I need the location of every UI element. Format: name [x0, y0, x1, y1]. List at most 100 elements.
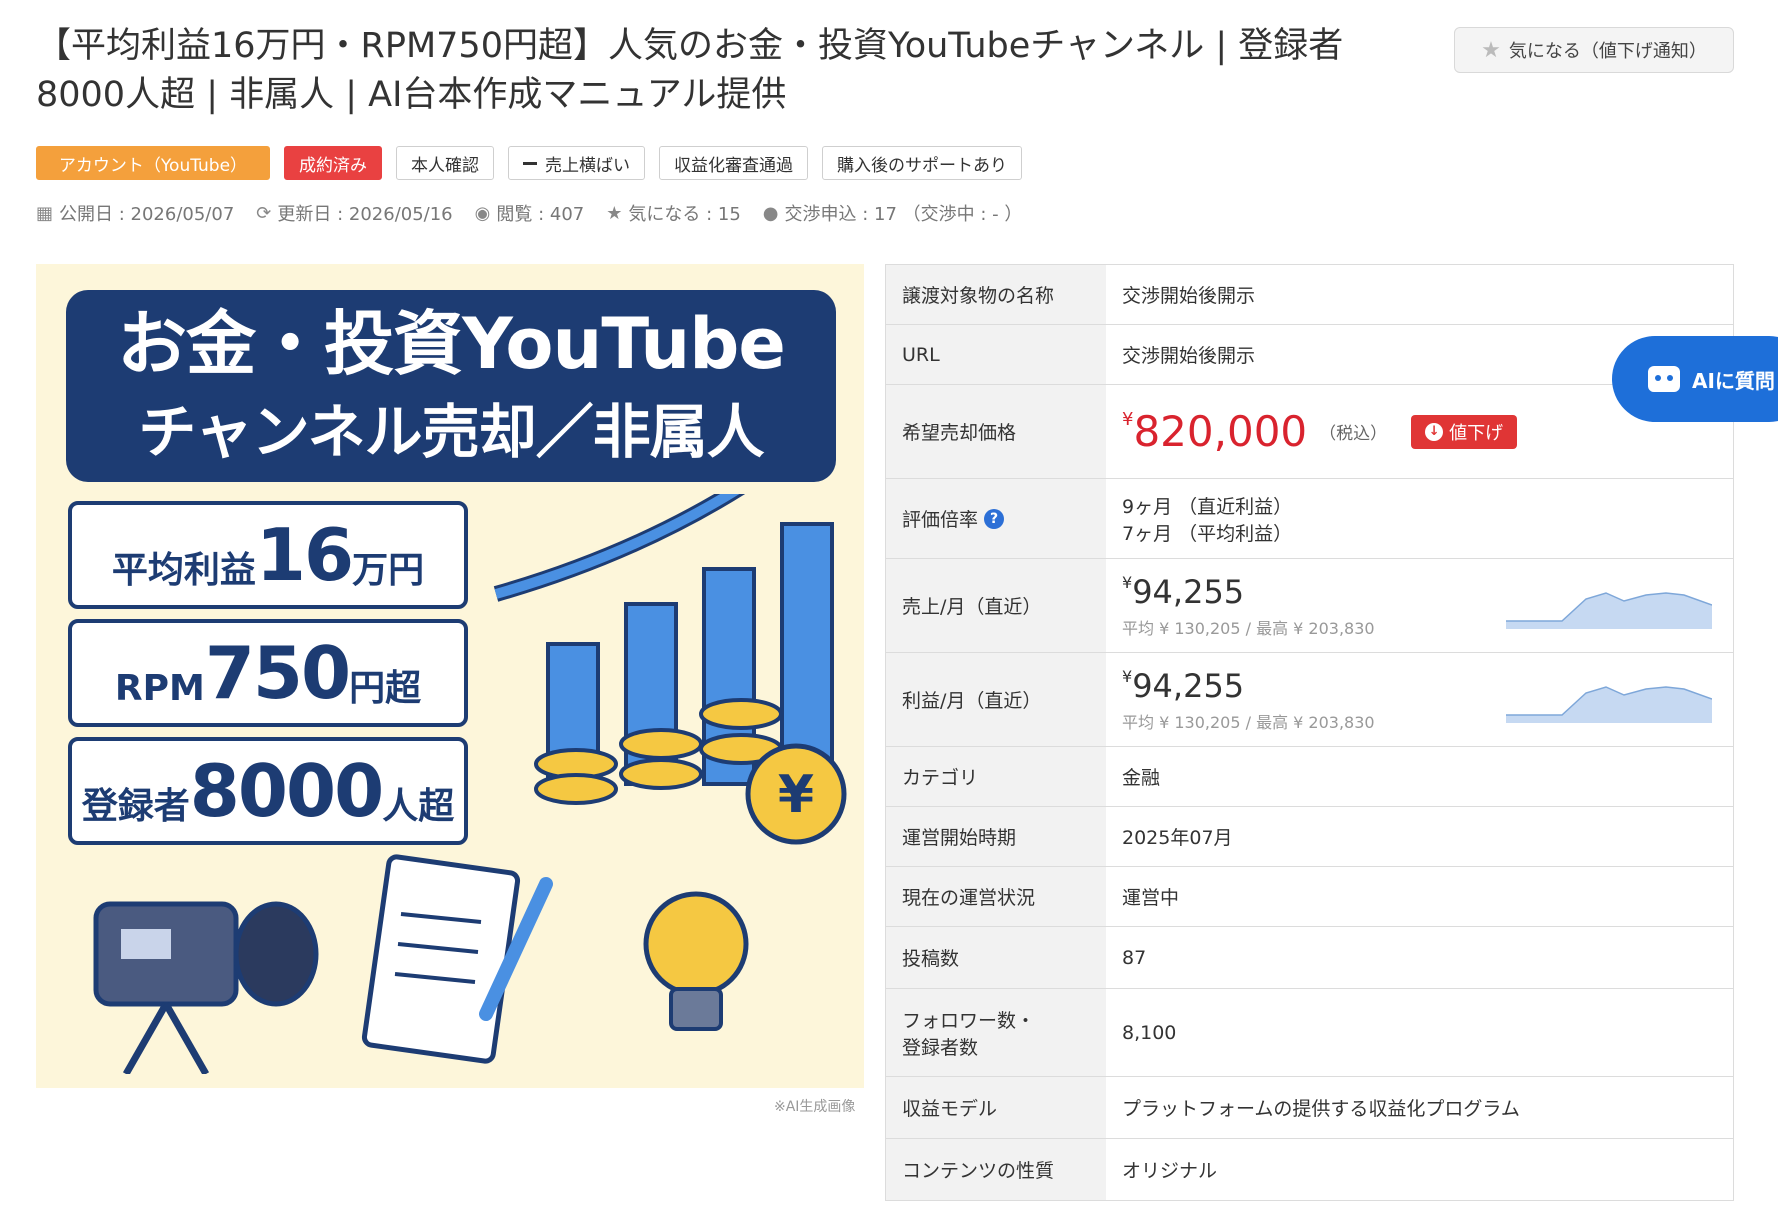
tag-sales-flat: 売上横ばい: [508, 146, 645, 180]
multiple-average: 7ヶ月 （平均利益）: [1122, 522, 1293, 545]
stat-profit-pre: 平均利益: [111, 550, 256, 591]
profit-sub: 平均 ¥ 130,205 / 最高 ¥ 203,830: [1122, 712, 1375, 732]
meta-likes-text: 気になる : 15: [628, 204, 741, 225]
listing-banner-image: お金・投資YouTube チャンネル売却／非属人 平均利益 16 万円 RPM 750…: [36, 264, 864, 1088]
stat-subs-big: 8000: [189, 749, 384, 833]
tag-verified: 本人確認: [396, 146, 494, 180]
banner-stat-profit: 平均利益 16 万円: [68, 501, 468, 609]
banner-stat-rpm: RPM 750 円超: [68, 619, 468, 727]
followers-key-2: 登録者数: [902, 1036, 979, 1059]
spec-key: 投稿数: [886, 927, 1106, 988]
arrow-down-icon: ↓: [1425, 422, 1444, 441]
meta-updated-text: 更新日 : 2026/05/16: [277, 204, 453, 225]
spec-value: 87: [1122, 946, 1147, 969]
page-title: 【平均利益16万円・RPM750円超】人気のお金・投資YouTubeチャンネル …: [36, 26, 1344, 115]
spec-key: 希望売却価格: [886, 385, 1106, 478]
robot-icon: [1648, 366, 1680, 392]
spec-value: ¥94,255 平均 ¥ 130,205 / 最高 ¥ 203,830: [1106, 559, 1733, 652]
spec-row-multiple: 評価倍率? 9ヶ月 （直近利益） 7ヶ月 （平均利益）: [886, 479, 1733, 559]
profit-sparkline: [1506, 686, 1712, 723]
chat-icon: ●: [762, 202, 779, 224]
spec-row-name: 譲渡対象物の名称 交渉開始後開示: [886, 265, 1733, 325]
meta-negotiations: ● 交渉申込 : 17 （交渉中 : - ）: [763, 200, 1023, 226]
meta-negotiations-text: 交渉申込 : 17 （交渉中 : - ）: [784, 204, 1023, 225]
camera-lens: [233, 901, 319, 1007]
coin-stack-2b: [619, 758, 703, 790]
notepad: [361, 854, 521, 1064]
spec-table: 譲渡対象物の名称 交渉開始後開示 URL 交渉開始後開示 希望売却価格 ¥ 82…: [885, 264, 1734, 1201]
spec-value: 金融: [1122, 767, 1161, 789]
spec-key: カテゴリ: [886, 747, 1106, 806]
spec-row-profit: 利益/月（直近） ¥94,255 平均 ¥ 130,205 / 最高 ¥ 203…: [886, 653, 1733, 747]
meta-published: ▦ 公開日 : 2026/05/07: [36, 200, 234, 226]
stat-profit-post: 万円: [352, 550, 425, 591]
spec-row-model: 収益モデル プラットフォームの提供する収益化プログラム: [886, 1077, 1733, 1139]
multiple-recent: 9ヶ月 （直近利益）: [1122, 495, 1293, 518]
sparkline-area: [1506, 593, 1712, 629]
growth-bars-illustration: ¥: [493, 494, 847, 845]
spec-value: オリジナル: [1122, 1160, 1218, 1182]
spec-key: 現在の運営状況: [886, 867, 1106, 926]
spec-row-url: URL 交渉開始後開示: [886, 325, 1733, 385]
spec-value: 運営中: [1122, 887, 1180, 909]
profit-currency: ¥: [1122, 666, 1133, 686]
stat-rpm-post: 円超: [349, 668, 422, 709]
banner-line2: チャンネル売却／非属人: [138, 398, 764, 466]
eye-icon: ◉: [474, 202, 491, 224]
tripod-leg-1: [122, 1002, 170, 1074]
calendar-icon: ▦: [36, 202, 54, 224]
price-value: 820,000: [1133, 407, 1308, 456]
spec-value: ¥94,255 平均 ¥ 130,205 / 最高 ¥ 203,830: [1106, 653, 1733, 746]
watch-button-label: 気になる（値下げ通知）: [1508, 41, 1707, 62]
stat-subs-post: 人超: [382, 786, 455, 827]
ai-question-label: AIに質問: [1692, 368, 1775, 393]
spec-row-start: 運営開始時期 2025年07月: [886, 807, 1733, 867]
spec-row-sales: 売上/月（直近） ¥94,255 平均 ¥ 130,205 / 最高 ¥ 203…: [886, 559, 1733, 653]
spec-value: 交渉開始後開示: [1122, 285, 1256, 307]
ai-generated-note: ※AI生成画像: [774, 1099, 856, 1115]
banner-stat-subscribers: 登録者 8000 人超: [68, 737, 468, 845]
yen-coin-symbol: ¥: [778, 765, 814, 825]
coin-stack-1b: [534, 773, 618, 805]
camera-screen: [121, 929, 171, 959]
spec-key: コンテンツの性質: [886, 1139, 1106, 1200]
sales-sparkline: [1506, 592, 1712, 629]
profit-value: 94,255: [1132, 666, 1245, 705]
lightbulb: [643, 891, 749, 997]
watch-button[interactable]: ★ 気になる（値下げ通知）: [1454, 27, 1734, 73]
stat-rpm-big: 750: [204, 631, 351, 715]
help-icon[interactable]: ?: [984, 508, 1005, 529]
meta-views: ◉ 閲覧 : 407: [475, 200, 585, 226]
tripod-leg-2: [162, 1002, 210, 1074]
spec-key: 譲渡対象物の名称: [886, 265, 1106, 324]
tag-sold: 成約済み: [284, 146, 382, 180]
spec-value: 2025年07月: [1122, 827, 1233, 849]
star-icon: ★: [606, 202, 623, 224]
spec-key: 収益モデル: [886, 1077, 1106, 1138]
tag-sales-flat-label: 売上横ばい: [545, 155, 630, 176]
tag-support: 購入後のサポートあり: [822, 146, 1022, 180]
sales-value: 94,255: [1132, 572, 1245, 611]
star-icon: ★: [1481, 37, 1501, 63]
followers-key-1: フォロワー数・: [902, 1009, 1036, 1032]
lightbulb-base: [669, 987, 723, 1031]
tag-account: アカウント（YouTube）: [36, 146, 270, 180]
stat-profit-big: 16: [255, 513, 354, 597]
ai-question-button[interactable]: AIに質問: [1612, 336, 1778, 422]
coin-stack-2: [619, 728, 703, 760]
spec-key: 利益/月（直近）: [886, 653, 1106, 746]
spec-value: 8,100: [1122, 1021, 1177, 1044]
spec-row-posts: 投稿数 87: [886, 927, 1733, 989]
spec-key: URL: [886, 325, 1106, 384]
spec-row-status: 現在の運営状況 運営中: [886, 867, 1733, 927]
spec-key: 売上/月（直近）: [886, 559, 1106, 652]
meta-bar: ▦ 公開日 : 2026/05/07 ⟳ 更新日 : 2026/05/16 ◉ 閲覧 …: [36, 200, 1022, 226]
coin-stack-3: [699, 698, 783, 730]
meta-likes: ★ 気になる : 15: [606, 200, 741, 226]
sales-sub: 平均 ¥ 130,205 / 最高 ¥ 203,830: [1122, 618, 1375, 638]
sparkline-area: [1506, 687, 1712, 723]
tag-list: アカウント（YouTube） 成約済み 本人確認 売上横ばい 収益化審査通過 購…: [36, 146, 1022, 180]
spec-row-category: カテゴリ 金融: [886, 747, 1733, 807]
spec-key: 運営開始時期: [886, 807, 1106, 866]
spec-key-text: 評価倍率: [902, 509, 979, 531]
